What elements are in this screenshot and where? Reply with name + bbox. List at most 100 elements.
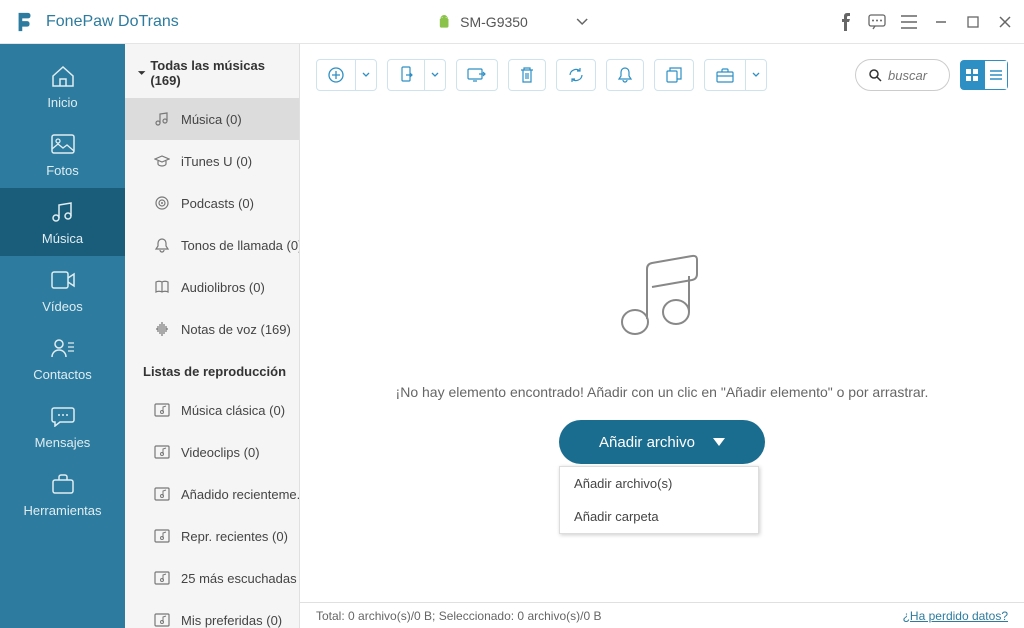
briefcase-icon (705, 60, 745, 90)
empty-message: ¡No hay elemento encontrado! Añadir con … (396, 384, 929, 400)
collapse-icon (137, 68, 146, 78)
feedback-icon[interactable] (868, 13, 886, 31)
sidebar-item-mensajes[interactable]: Mensajes (0, 392, 125, 460)
category-item-recently-played[interactable]: Repr. recientes (0) (125, 515, 299, 557)
music-icon (49, 199, 77, 225)
empty-state: ¡No hay elemento encontrado! Añadir con … (300, 106, 1024, 602)
sidebar-item-contactos[interactable]: Contactos (0, 324, 125, 392)
search-box[interactable] (855, 59, 950, 91)
category-item-voicememos[interactable]: Notas de voz (169) (125, 308, 299, 350)
android-icon (436, 14, 452, 30)
category-item-top25[interactable]: 25 más escuchadas (... (125, 557, 299, 599)
sidebar: Inicio Fotos Música Vídeos Contactos Men… (0, 44, 125, 628)
playlist-icon (153, 443, 171, 461)
search-icon (868, 68, 882, 82)
playlist-icon (153, 401, 171, 419)
bell-icon (153, 236, 171, 254)
music-illustration (602, 244, 722, 364)
playlist-icon (153, 611, 171, 628)
app-title: FonePaw DoTrans (46, 13, 179, 31)
chevron-down-icon (745, 60, 766, 90)
add-files-item[interactable]: Añadir archivo(s) (560, 467, 758, 500)
music-note-icon (153, 110, 171, 128)
sidebar-item-label: Fotos (46, 163, 79, 178)
plus-icon (317, 60, 355, 90)
title-bar: FonePaw DoTrans SM-G9350 (0, 0, 1024, 44)
playlist-icon (153, 485, 171, 503)
toolbox-button[interactable] (704, 59, 767, 91)
voice-icon (153, 320, 171, 338)
tools-icon (49, 471, 77, 497)
sidebar-item-herramientas[interactable]: Herramientas (0, 460, 125, 528)
sidebar-item-inicio[interactable]: Inicio (0, 52, 125, 120)
triangle-down-icon (713, 438, 725, 446)
sidebar-item-label: Contactos (33, 367, 92, 382)
phone-export-icon (388, 60, 424, 90)
playlist-icon (153, 527, 171, 545)
refresh-icon (567, 67, 585, 83)
category-item-audiobooks[interactable]: Audiolibros (0) (125, 266, 299, 308)
category-item-classical[interactable]: Música clásica (0) (125, 389, 299, 431)
add-button[interactable] (316, 59, 377, 91)
category-item-ringtones[interactable]: Tonos de llamada (0) (125, 224, 299, 266)
sidebar-item-label: Música (42, 231, 83, 246)
app-logo (14, 11, 36, 33)
category-header-all-music[interactable]: Todas las músicas (169) (125, 44, 299, 98)
category-item-recently-added[interactable]: Añadido recienteme... (125, 473, 299, 515)
menu-icon[interactable] (900, 13, 918, 31)
refresh-button[interactable] (556, 59, 596, 91)
category-item-favorites[interactable]: Mis preferidas (0) (125, 599, 299, 628)
trash-icon (519, 66, 535, 84)
add-file-button[interactable]: Añadir archivo (559, 420, 765, 464)
status-text: Total: 0 archivo(s)/0 B; Seleccionado: 0… (316, 609, 601, 623)
contacts-icon (49, 335, 77, 361)
lost-data-link[interactable]: ¿Ha perdido datos? (903, 609, 1008, 623)
bell-icon (617, 66, 633, 84)
sidebar-item-label: Mensajes (35, 435, 91, 450)
maximize-icon[interactable] (964, 13, 982, 31)
device-selector[interactable]: SM-G9350 (424, 10, 600, 34)
pc-export-icon (467, 67, 487, 83)
minimize-icon[interactable] (932, 13, 950, 31)
sidebar-item-fotos[interactable]: Fotos (0, 120, 125, 188)
podcast-icon (153, 194, 171, 212)
videos-icon (49, 267, 77, 293)
close-icon[interactable] (996, 13, 1014, 31)
chevron-down-icon (355, 60, 376, 90)
ringtone-button[interactable] (606, 59, 644, 91)
sidebar-item-videos[interactable]: Vídeos (0, 256, 125, 324)
chevron-down-icon (424, 60, 445, 90)
export-pc-button[interactable] (456, 59, 498, 91)
view-toggle (960, 60, 1008, 90)
sidebar-item-musica[interactable]: Música (0, 188, 125, 256)
toolbar (300, 44, 1024, 106)
playlist-icon (153, 569, 171, 587)
photos-icon (49, 131, 77, 157)
grid-view-button[interactable] (960, 60, 984, 90)
category-item-videoclips[interactable]: Videoclips (0) (125, 431, 299, 473)
search-input[interactable] (888, 68, 938, 83)
add-dropdown-menu: Añadir archivo(s) Añadir carpeta (559, 466, 759, 534)
add-folder-item[interactable]: Añadir carpeta (560, 500, 758, 533)
category-item-itunesu[interactable]: iTunes U (0) (125, 140, 299, 182)
chevron-down-icon (576, 18, 588, 26)
sidebar-item-label: Vídeos (42, 299, 82, 314)
graduation-icon (153, 152, 171, 170)
duplicate-icon (665, 66, 683, 84)
home-icon (49, 63, 77, 89)
delete-button[interactable] (508, 59, 546, 91)
category-header-playlists[interactable]: Listas de reproducción (125, 350, 299, 389)
dedupe-button[interactable] (654, 59, 694, 91)
category-item-podcasts[interactable]: Podcasts (0) (125, 182, 299, 224)
sidebar-item-label: Inicio (47, 95, 77, 110)
category-item-musica[interactable]: Música (0) (125, 98, 299, 140)
facebook-icon[interactable] (836, 13, 854, 31)
messages-icon (49, 403, 77, 429)
device-name: SM-G9350 (460, 14, 528, 30)
sidebar-item-label: Herramientas (23, 503, 101, 518)
content-area: ¡No hay elemento encontrado! Añadir con … (300, 44, 1024, 628)
export-device-button[interactable] (387, 59, 446, 91)
list-view-button[interactable] (984, 60, 1008, 90)
status-bar: Total: 0 archivo(s)/0 B; Seleccionado: 0… (300, 602, 1024, 628)
book-icon (153, 278, 171, 296)
